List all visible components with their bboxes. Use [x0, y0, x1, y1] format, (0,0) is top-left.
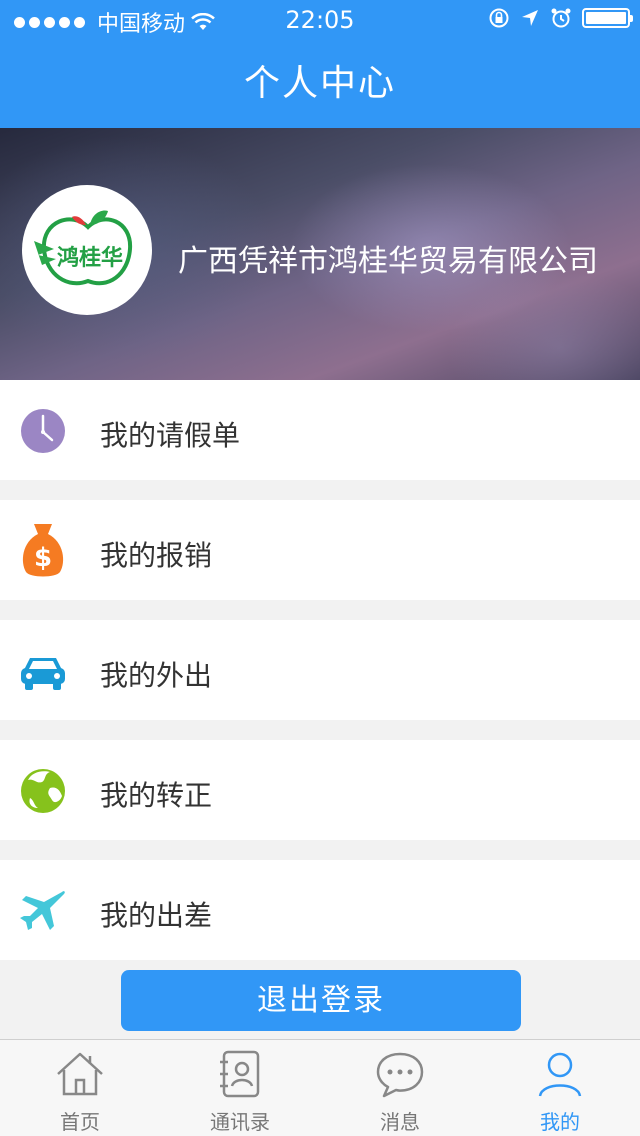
clock-icon	[21, 409, 65, 453]
battery-icon	[582, 8, 633, 28]
tab-label-messages: 消息	[380, 1110, 420, 1134]
rotation-lock-icon	[489, 8, 509, 28]
logout-button[interactable]: 退出登录	[121, 970, 521, 1031]
nav-bar: 个人中心	[0, 40, 640, 128]
menu-item-leave[interactable]: 我的请假单	[0, 380, 640, 480]
tab-label-home: 首页	[60, 1110, 100, 1134]
tab-label-mine: 我的	[540, 1110, 580, 1134]
logo-text: 鸿桂华	[57, 245, 123, 271]
menu-label-reimburse: 我的报销	[100, 539, 213, 572]
tab-home[interactable]: 首页	[0, 1040, 160, 1136]
tab-mine[interactable]: 我的	[480, 1040, 640, 1136]
company-logo[interactable]: 鸿桂华	[22, 185, 152, 315]
tab-messages[interactable]: 消息	[320, 1040, 480, 1136]
status-bar: 中国移动 22:05	[0, 0, 640, 40]
menu-label-business-trip: 我的出差	[100, 899, 213, 932]
airplane-icon	[20, 891, 65, 930]
page-title: 个人中心	[243, 63, 396, 104]
tab-contacts[interactable]: 通讯录	[160, 1040, 320, 1136]
location-arrow-icon	[522, 10, 538, 26]
svg-text:$: $	[34, 543, 52, 573]
car-icon	[21, 658, 65, 690]
profile-banner: 鸿桂华 广西凭祥市鸿桂华贸易有限公司	[0, 128, 640, 380]
globe-icon	[21, 769, 65, 813]
menu-item-reimburse[interactable]: $ 我的报销	[0, 500, 640, 600]
message-icon	[376, 1052, 424, 1098]
user-icon	[538, 1052, 582, 1097]
company-name: 广西凭祥市鸿桂华贸易有限公司	[178, 244, 598, 279]
tab-bar: 首页 通讯录 消息 我的	[0, 1039, 640, 1136]
contacts-icon	[220, 1050, 260, 1098]
menu-label-probation: 我的转正	[100, 779, 213, 812]
alarm-icon	[551, 8, 571, 28]
status-right	[488, 7, 633, 29]
menu-label-leave: 我的请假单	[100, 419, 241, 452]
menu-item-business-trip[interactable]: 我的出差	[0, 860, 640, 960]
tab-label-contacts: 通讯录	[210, 1110, 270, 1134]
apple-logo-icon: 鸿桂华	[34, 210, 133, 286]
home-icon	[57, 1052, 103, 1096]
menu-item-probation[interactable]: 我的转正	[0, 740, 640, 840]
menu-item-outing[interactable]: 我的外出	[0, 620, 640, 720]
menu-label-outing: 我的外出	[100, 659, 213, 692]
money-bag-icon: $	[22, 524, 64, 577]
